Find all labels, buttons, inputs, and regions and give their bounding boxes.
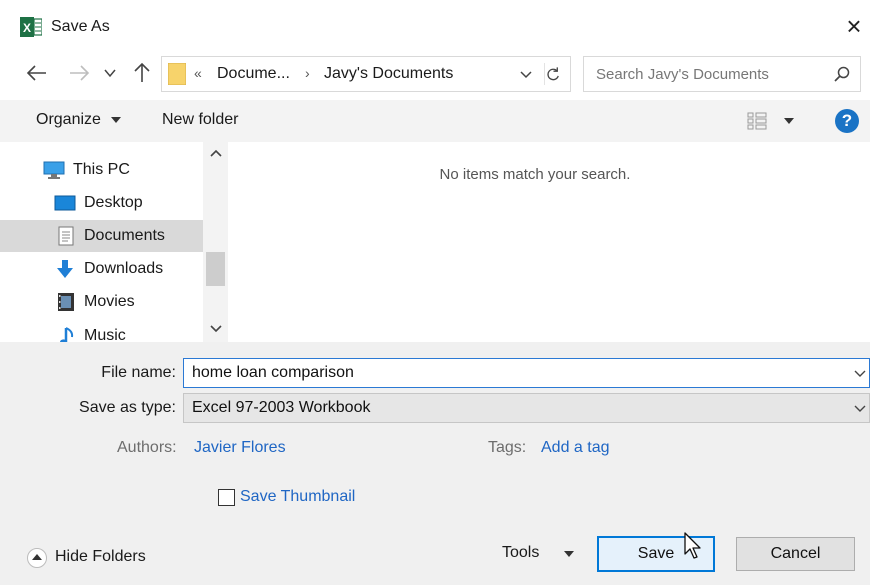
organize-button[interactable]: Organize xyxy=(36,111,122,129)
close-button[interactable]: × xyxy=(838,10,870,42)
recent-locations-chevron-icon[interactable] xyxy=(103,66,117,80)
tags-label: Tags: xyxy=(488,439,527,456)
nav-item-label: Documents xyxy=(84,227,165,244)
change-view-icon[interactable] xyxy=(746,110,798,132)
desktop-icon xyxy=(54,195,76,211)
breadcrumb-separator-icon[interactable]: › xyxy=(305,65,310,81)
breadcrumb-javys-documents[interactable]: Javy's Documents xyxy=(324,65,453,83)
organize-label: Organize xyxy=(36,111,101,128)
hide-folders-button[interactable]: Hide Folders xyxy=(55,548,146,566)
caret-down-icon xyxy=(111,116,122,123)
nav-item-documents[interactable]: Documents xyxy=(0,220,203,252)
help-button[interactable]: ? xyxy=(835,109,859,133)
empty-results-message: No items match your search. xyxy=(439,166,631,183)
chevron-down-icon[interactable] xyxy=(854,367,866,379)
authors-label: Authors: xyxy=(117,439,177,456)
nav-item-label: Movies xyxy=(84,293,135,310)
search-icon[interactable] xyxy=(833,65,851,83)
mouse-pointer-icon xyxy=(684,532,701,559)
nav-item-music[interactable]: Music xyxy=(0,320,203,342)
documents-icon xyxy=(58,226,74,246)
nav-item-label: Music xyxy=(84,327,126,342)
forward-arrow-icon[interactable] xyxy=(66,60,92,86)
nav-item-downloads[interactable]: Downloads xyxy=(0,253,203,285)
tools-button[interactable]: Tools xyxy=(502,544,539,562)
address-overflow-chevrons[interactable]: « xyxy=(194,65,202,81)
title-bar: X Save As × xyxy=(0,0,870,50)
chevron-up-icon xyxy=(32,554,42,560)
excel-icon: X xyxy=(20,17,42,37)
breadcrumb-documents[interactable]: Docume... xyxy=(217,65,290,83)
address-bar[interactable]: « Docume... › Javy's Documents xyxy=(161,56,571,92)
downloads-icon xyxy=(57,260,73,278)
search-input[interactable] xyxy=(596,64,826,84)
pc-icon xyxy=(43,161,65,179)
nav-item-desktop[interactable]: Desktop xyxy=(0,187,203,219)
save-as-type-select[interactable]: Excel 97-2003 Workbook xyxy=(183,393,870,423)
command-bar: Organize New folder ? xyxy=(0,100,870,142)
chevron-down-icon[interactable] xyxy=(518,65,534,83)
refresh-icon[interactable] xyxy=(544,63,562,85)
svg-text:X: X xyxy=(23,21,31,35)
scrollbar-thumb[interactable] xyxy=(206,252,225,286)
save-options-panel: File name: Save as type: Excel 97-2003 W… xyxy=(0,342,870,585)
window-title: Save As xyxy=(51,18,110,35)
chevron-down-icon[interactable] xyxy=(854,402,866,414)
music-icon xyxy=(60,327,74,342)
file-name-input[interactable] xyxy=(192,363,832,383)
search-box[interactable] xyxy=(583,56,861,92)
nav-item-label: Desktop xyxy=(84,194,143,211)
authors-value[interactable]: Javier Flores xyxy=(194,439,286,457)
add-tag-link[interactable]: Add a tag xyxy=(541,439,610,457)
cancel-button[interactable]: Cancel xyxy=(736,537,855,571)
file-name-label: File name: xyxy=(101,364,176,381)
save-as-type-label: Save as type: xyxy=(79,399,176,416)
nav-item-label: Downloads xyxy=(84,260,164,277)
nav-item-movies[interactable]: Movies xyxy=(0,286,203,318)
save-thumbnail-checkbox[interactable] xyxy=(218,489,235,506)
nav-item-this-pc[interactable]: This PC xyxy=(0,154,203,186)
folder-icon xyxy=(168,63,186,85)
file-list-pane: No items match your search. xyxy=(229,142,870,342)
chevron-down-icon[interactable] xyxy=(210,324,222,334)
hide-folders-chevron-up-icon[interactable] xyxy=(27,548,47,568)
new-folder-button[interactable]: New folder xyxy=(162,111,238,129)
movies-icon xyxy=(58,293,74,311)
nav-item-label: This PC xyxy=(73,161,130,178)
caret-down-icon[interactable] xyxy=(564,551,574,557)
chevron-up-icon[interactable] xyxy=(210,148,222,158)
save-as-type-value: Excel 97-2003 Workbook xyxy=(192,399,371,416)
file-name-combobox[interactable] xyxy=(183,358,870,388)
back-arrow-icon[interactable] xyxy=(24,60,50,86)
up-arrow-icon[interactable] xyxy=(131,60,153,86)
save-thumbnail-label[interactable]: Save Thumbnail xyxy=(240,488,355,506)
navigation-pane: This PC Desktop Documents Downloads Movi… xyxy=(0,142,228,342)
